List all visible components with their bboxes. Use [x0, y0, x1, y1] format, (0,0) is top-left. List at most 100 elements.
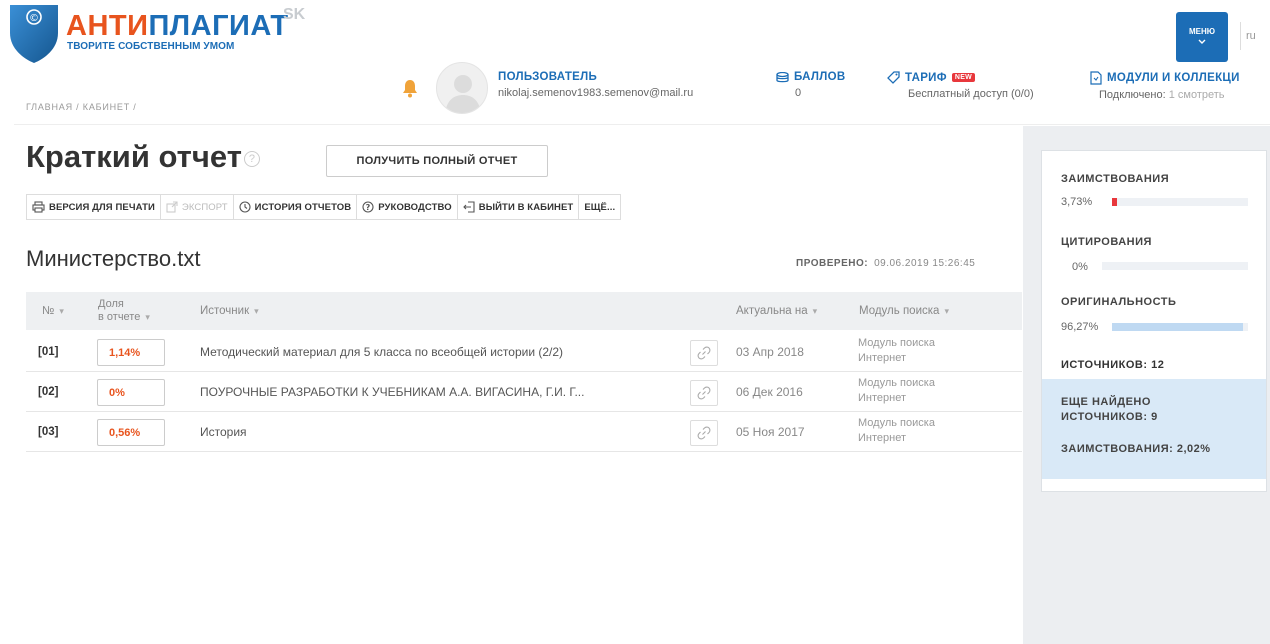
avatar[interactable] — [436, 62, 488, 114]
chevron-down-icon: ▾ — [944, 305, 949, 316]
bell-icon[interactable] — [402, 78, 418, 98]
stats-panel: ЗАИМСТВОВАНИЯ 3,73% ЦИТИРОВАНИЯ 0% ОРИГИ… — [1041, 150, 1267, 492]
share-value[interactable]: 0% — [97, 379, 165, 406]
share-value[interactable]: 0,56% — [97, 419, 165, 446]
actual-date: 06 Дек 2016 — [736, 385, 803, 399]
guide-button[interactable]: ? РУКОВОДСТВО — [357, 195, 458, 219]
checked-value: 09.06.2019 15:26:45 — [874, 258, 976, 269]
export-button[interactable]: ЭКСПОРТ — [161, 195, 234, 219]
citations-bar — [1102, 262, 1248, 270]
get-full-report-button[interactable]: ПОЛУЧИТЬ ПОЛНЫЙ ОТЧЕТ — [326, 145, 548, 177]
link-icon — [697, 346, 711, 360]
database-icon — [776, 71, 789, 82]
source-title[interactable]: История — [200, 412, 247, 452]
points-label: БАЛЛОВ — [794, 71, 846, 83]
table-row[interactable]: [02] 0% ПОУРОЧНЫЕ РАЗРАБОТКИ К УЧЕБНИКАМ… — [26, 372, 1022, 412]
exit-to-cabinet-button[interactable]: ВЫЙТИ В КАБИНЕТ — [458, 195, 580, 219]
search-module-line2: Интернет — [858, 392, 906, 404]
chevron-down-icon: ▾ — [145, 312, 150, 322]
search-module: Модуль поиска Интернет — [858, 416, 935, 446]
user-label: ПОЛЬЗОВАТЕЛЬ — [498, 71, 598, 83]
originality-value: 96,27% — [1061, 321, 1099, 333]
tariff-label: ТАРИФ — [905, 71, 947, 84]
more-button[interactable]: ЕЩЁ... — [579, 195, 620, 219]
borrowings-label: ЗАИМСТВОВАНИЯ — [1061, 173, 1170, 185]
row-number: [02] — [38, 386, 59, 398]
svg-text:?: ? — [366, 203, 371, 212]
header-divider — [14, 124, 1270, 125]
points-block: БАЛЛОВ 0 — [776, 71, 845, 99]
lang-separator — [1240, 22, 1241, 50]
exit-icon — [462, 201, 475, 213]
table-row[interactable]: [03] 0,56% История 05 Ноя 2017 Модуль по… — [26, 412, 1022, 452]
borrowings-bar — [1112, 198, 1248, 206]
originality-bar — [1112, 323, 1248, 331]
col-header-share-line2: в отчете — [98, 311, 141, 323]
col-header-share-line2-row: в отчете ▾ — [98, 311, 150, 324]
tag-icon — [887, 71, 900, 84]
source-title[interactable]: Методический материал для 5 класса по вс… — [200, 332, 563, 372]
points-label-row: БАЛЛОВ — [776, 71, 845, 83]
link-icon — [697, 426, 711, 440]
col-header-share[interactable]: Доля в отчете ▾ — [98, 292, 150, 330]
source-title[interactable]: ПОУРОЧНЫЕ РАЗРАБОТКИ К УЧЕБНИКАМ А.А. ВИ… — [200, 372, 584, 412]
checked-date: ПРОВЕРЕНО: 09.06.2019 15:26:45 — [796, 258, 975, 269]
skolkovo-logo: SK — [283, 6, 305, 28]
logo-subtitle: ТВОРИТЕ СОБСТВЕННЫМ УМОМ — [67, 41, 235, 52]
chevron-down-icon — [1198, 39, 1206, 44]
help-icon[interactable]: ? — [243, 150, 260, 167]
search-module-line2: Интернет — [858, 432, 906, 444]
search-module-line2: Интернет — [858, 352, 906, 364]
user-email: nikolaj.semenov1983.semenov@mail.ru — [498, 87, 694, 99]
search-module: Модуль поиска Интернет — [858, 336, 935, 366]
col-header-num[interactable]: № ▾ — [42, 292, 64, 330]
source-link-button[interactable] — [690, 420, 718, 446]
modules-view-link[interactable]: 1 смотреть — [1169, 89, 1225, 101]
report-history-button[interactable]: ИСТОРИЯ ОТЧЕТОВ — [234, 195, 358, 219]
language-switcher[interactable]: ru — [1246, 30, 1256, 42]
user-silhouette-icon — [445, 75, 481, 113]
share-value[interactable]: 1,14% — [97, 339, 165, 366]
col-header-source[interactable]: Источник ▾ — [200, 292, 259, 330]
col-header-source-label: Источник — [200, 305, 250, 317]
guide-label: РУКОВОДСТВО — [378, 201, 452, 213]
modules-label-row[interactable]: МОДУЛИ И КОЛЛЕКЦИ — [1090, 71, 1240, 85]
tariff-label-row[interactable]: ТАРИФ NEW — [887, 71, 1034, 84]
logo-title[interactable]: АНТИПЛАГИАТ — [66, 10, 289, 42]
citations-label: ЦИТИРОВАНИЯ — [1061, 236, 1152, 248]
actual-date: 03 Апр 2018 — [736, 345, 804, 359]
user-block: ПОЛЬЗОВАТЕЛЬ nikolaj.semenov1983.semenov… — [498, 71, 693, 99]
source-link-button[interactable] — [690, 380, 718, 406]
link-icon — [697, 386, 711, 400]
table-row[interactable]: [01] 1,14% Методический материал для 5 к… — [26, 332, 1022, 372]
print-version-label: ВЕРСИЯ ДЛЯ ПЕЧАТИ — [49, 201, 155, 213]
page-title: Краткий отчет? — [26, 139, 260, 175]
checked-label: ПРОВЕРЕНО: — [796, 258, 869, 269]
print-version-button[interactable]: ВЕРСИЯ ДЛЯ ПЕЧАТИ — [27, 195, 161, 219]
source-link-button[interactable] — [690, 340, 718, 366]
tariff-block: ТАРИФ NEW Бесплатный доступ (0/0) — [887, 71, 1034, 100]
col-header-module-label: Модуль поиска — [859, 305, 940, 317]
search-module: Модуль поиска Интернет — [858, 376, 935, 406]
actual-date: 05 Ноя 2017 — [736, 425, 805, 439]
col-header-actual[interactable]: Актуальна на ▾ — [736, 292, 817, 330]
page-title-text: Краткий отчет — [26, 139, 242, 174]
report-toolbar: ВЕРСИЯ ДЛЯ ПЕЧАТИ ЭКСПОРТ ИСТОРИЯ ОТЧЕТО… — [26, 194, 622, 220]
borrowings-value: 3,73% — [1061, 196, 1093, 208]
breadcrumb[interactable]: ГЛАВНАЯ / КАБИНЕТ / — [26, 102, 137, 112]
antiplagiat-shield-icon[interactable]: © — [8, 3, 60, 65]
report-history-label: ИСТОРИЯ ОТЧЕТОВ — [254, 201, 352, 213]
col-header-share-line1: Доля — [98, 298, 124, 310]
exit-to-cabinet-label: ВЫЙТИ В КАБИНЕТ — [478, 201, 574, 213]
sources-count: ИСТОЧНИКОВ: 12 — [1061, 359, 1165, 371]
row-number: [03] — [38, 426, 59, 438]
col-header-actual-label: Актуальна на — [736, 305, 808, 317]
new-badge: NEW — [951, 73, 976, 82]
menu-button[interactable]: МЕНЮ — [1176, 12, 1228, 62]
logo-title-part2: ПЛАГИАТ — [148, 10, 289, 42]
col-header-module[interactable]: Модуль поиска ▾ — [859, 292, 949, 330]
more-found-box[interactable]: ЕЩЕ НАЙДЕНО ИСТОЧНИКОВ: 9 ЗАИМСТВОВАНИЯ:… — [1042, 379, 1266, 479]
document-icon — [1090, 71, 1102, 85]
borrowings-bar-fill — [1112, 198, 1118, 206]
search-module-line1: Модуль поиска — [858, 337, 935, 349]
